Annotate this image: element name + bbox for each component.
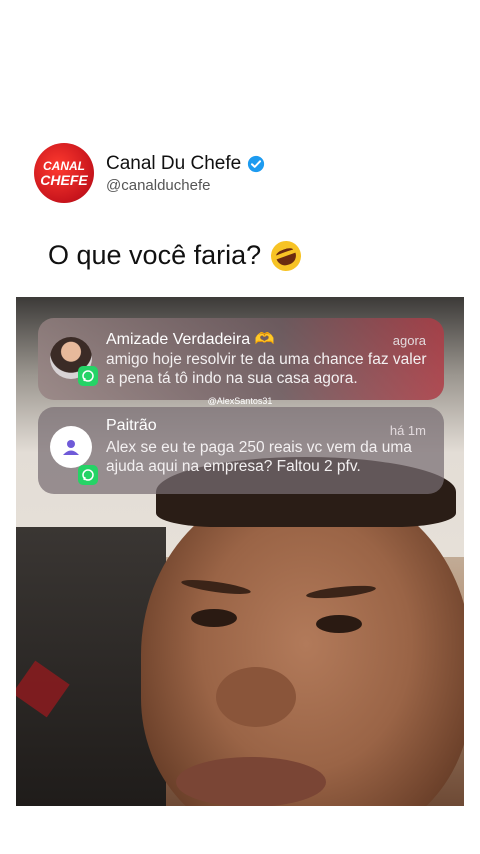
notification-text: amigo hoje resolvir te da uma chance faz… <box>106 351 427 387</box>
person-nose <box>216 667 296 727</box>
svg-text:CANAL: CANAL <box>43 159 85 173</box>
right-eye <box>316 615 362 633</box>
whatsapp-icon <box>78 366 98 386</box>
person-lips <box>176 757 326 806</box>
laughing-emoji-icon <box>266 236 306 275</box>
watermark: @AlexSantos31 <box>207 396 273 406</box>
person-face <box>141 482 464 806</box>
notification-time: há 1m <box>389 423 426 438</box>
notification-text: Alex se eu te paga 250 reais vc vem da u… <box>106 439 412 475</box>
default-contact-avatar <box>50 426 92 468</box>
profile-info: Canal Du Chefe @canalduchefe <box>106 153 265 194</box>
person-icon <box>63 440 79 455</box>
svg-text:CHEFE: CHEFE <box>40 172 88 188</box>
channel-avatar[interactable]: CANAL CHEFE <box>34 143 94 203</box>
notification-amizade[interactable]: Amizade Verdadeira 🫶 agora amigo hoje re… <box>38 318 444 400</box>
post-question: O que você faria? <box>48 240 262 270</box>
video-frame[interactable]: Amizade Verdadeira 🫶 agora amigo hoje re… <box>16 297 464 806</box>
notification-time: agora <box>392 333 426 348</box>
whatsapp-icon <box>78 465 98 485</box>
notification-title: Paitrão <box>106 417 157 434</box>
notification-title: Amizade Verdadeira 🫶 <box>106 331 275 348</box>
left-eye <box>191 609 237 627</box>
verified-badge-icon <box>248 155 265 172</box>
notification-paitrao[interactable]: Paitrão há 1m Alex se eu te paga 250 rea… <box>38 407 444 494</box>
profile-name[interactable]: Canal Du Chefe <box>106 153 241 175</box>
post-header: CANAL CHEFE Canal Du Chefe @canalduchefe <box>34 143 265 203</box>
post-text: O que você faria? <box>48 236 306 275</box>
profile-handle[interactable]: @canalduchefe <box>106 177 265 194</box>
channel-logo-icon: CANAL CHEFE <box>40 159 88 188</box>
profile-name-row[interactable]: Canal Du Chefe <box>106 153 265 175</box>
